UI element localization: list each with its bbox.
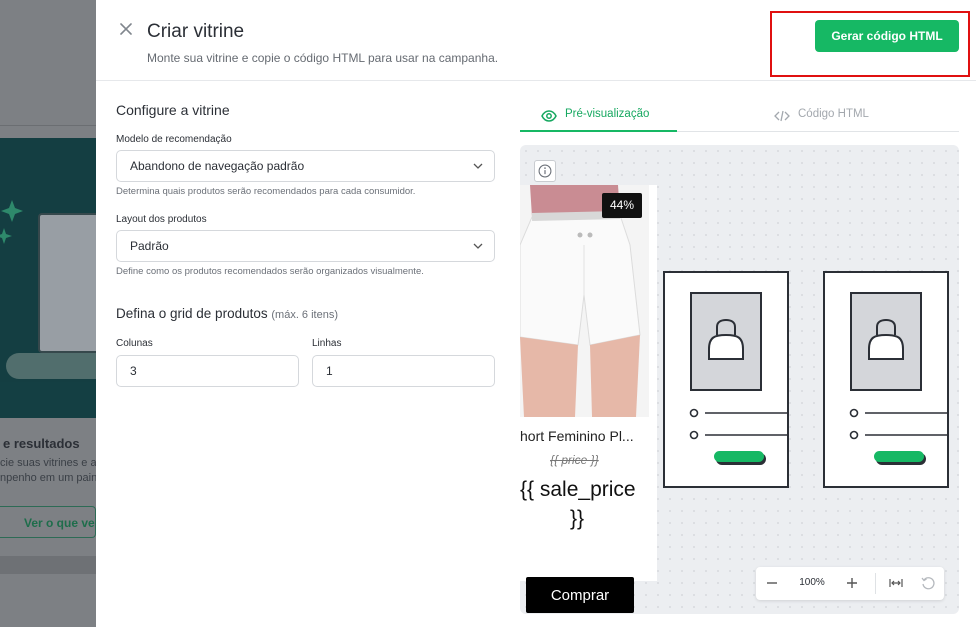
model-label: Modelo de recomendação [116,134,232,145]
buy-button[interactable]: Comprar [526,577,634,613]
model-select-value: Abandono de navegação padrão [130,159,305,173]
background-divider [0,125,96,126]
background-heading: e resultados [3,436,80,451]
product-price: {{ price }} [550,453,599,467]
grid-max-label: (máx. 6 itens) [271,309,339,321]
tab-code-label: Código HTML [798,108,869,120]
tab-html-code[interactable]: Código HTML [677,104,959,132]
code-icon [774,110,790,122]
reset-zoom-icon[interactable] [920,575,936,591]
background-card [38,213,96,353]
product-image: 44% [520,185,649,417]
zoom-in-icon[interactable] [844,575,860,591]
config-section-title: Configure a vitrine [116,102,230,118]
product-name: hort Feminino Pl... [520,428,634,444]
background-text: cie suas vitrines e a npenho em um pain [0,457,98,484]
model-select[interactable]: Abandono de navegação padrão [116,150,495,182]
layout-label: Layout dos produtos [116,214,207,225]
model-help: Determina quais produtos serão recomenda… [116,186,416,197]
placeholder-product-card [823,271,949,488]
zoom-toolbar: 100% [756,567,944,600]
background-footer [0,556,96,574]
background-bar [6,353,96,379]
product-card: 44% hort Feminino Pl... {{ price }} {{ s… [520,185,657,613]
background-hero-illustration [0,138,96,418]
info-icon[interactable] [534,160,556,182]
product-sale-price: {{ sale_price }} [520,478,636,530]
modal-header: Criar vitrine Monte sua vitrine e copie … [96,0,976,81]
grid-title: Defina o grid de produtos (máx. 6 itens) [116,306,339,321]
modal-title: Criar vitrine [147,21,245,42]
columns-label: Colunas [116,338,153,349]
layout-select[interactable]: Padrão [116,230,495,262]
placeholder-product-card [663,271,789,488]
rows-input[interactable]: 1 [312,355,495,387]
zoom-level: 100% [799,577,825,588]
zoom-out-icon[interactable] [764,575,780,591]
layout-select-value: Padrão [130,239,169,253]
modal-subtitle: Monte sua vitrine e copie o código HTML … [147,51,499,65]
create-showcase-modal: Criar vitrine Monte sua vitrine e copie … [96,0,976,627]
columns-input[interactable]: 3 [116,355,299,387]
tab-preview[interactable]: Pré-visualização [520,104,677,132]
generate-html-button[interactable]: Gerar código HTML [815,20,959,52]
zoom-divider [875,573,876,594]
layout-help: Define como os produtos recomendados ser… [116,266,424,277]
rows-label: Linhas [312,338,342,349]
chevron-down-icon [473,243,483,249]
fit-width-icon[interactable] [888,575,904,591]
background-link: Ver o que ve [0,506,96,538]
chevron-down-icon [473,163,483,169]
tab-preview-label: Pré-visualização [565,108,650,120]
preview-canvas[interactable]: 44% hort Feminino Pl... {{ price }} {{ s… [520,145,959,614]
eye-icon [541,110,557,122]
discount-badge: 44% [602,193,642,218]
close-icon[interactable] [118,21,134,37]
